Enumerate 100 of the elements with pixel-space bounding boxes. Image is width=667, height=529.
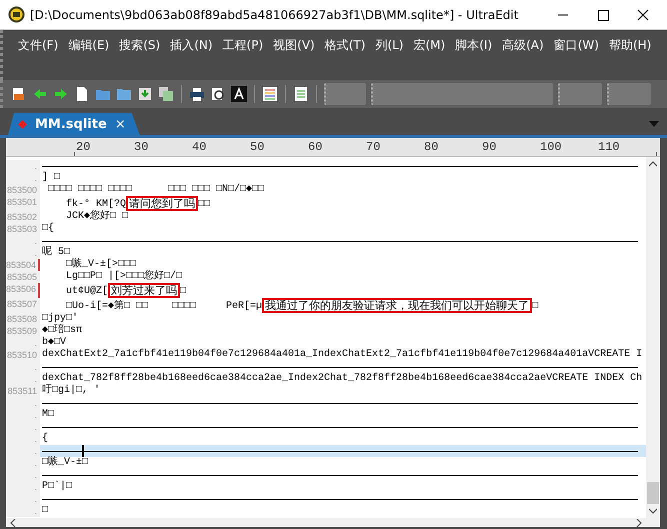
line-number: . [34,338,37,348]
line-number: 853502 [6,212,37,222]
line-number: 853500 [6,185,37,195]
code-text: ut¢U@Z[ [65,286,108,298]
list-icon[interactable] [293,86,309,102]
menu-item[interactable]: 文件(F) [13,32,64,58]
scroll-left-icon[interactable] [10,518,16,526]
code-text: □ [532,301,538,312]
line-number: . [34,362,37,372]
line-number: 853503 [6,224,37,234]
code-text: dexChat_782f8ff28be4b168eed6cae384cca2ae_Index2Chat_782f8ff28be4b168eed6cae384cca2aeVCREATE INDEX Ch [42,373,642,384]
code-text: dexChatExt2_7a1cfbf41e119b04f0e7c129684a401a_IndexChatExt2_7a1cfbf41e119b04f0e7c129684a401aVCREATE I [42,349,642,360]
code-text: M□ [42,409,54,420]
highlighted-text: 刘芳过来了吗 [108,283,180,298]
code-text: □□ [198,199,210,210]
scroll-right-icon[interactable] [636,518,642,526]
code-text: fk-° KM[?Q [65,199,126,210]
line-number: 853501 [6,197,37,207]
line-number: . [34,494,37,504]
menu-item[interactable]: 工程(P) [218,32,268,58]
line-number: 853508 [6,314,37,324]
ruler-number: 40 [192,140,250,156]
code-text: JCK◆您好□ □ [65,211,128,222]
line-number: . [34,236,37,246]
line-number: . [34,446,37,456]
code-text: □嗾_V-±□ [42,457,88,468]
line-number: 853510 [6,350,37,360]
scroll-up-icon[interactable] [649,161,657,167]
code-text: □jpy□' [42,313,78,324]
line-number: . [34,434,37,444]
window-title: [D:\Documents\9bd063ab08f89abd5a481066927ab3f1\DB\MM.sqlite*] - UltraEdit [30,8,520,22]
menu-item[interactable]: 插入(N) [165,32,218,58]
line-number: . [34,482,37,492]
ruler-number: 100 [540,140,598,156]
menu-item[interactable]: 宏(M) [408,32,450,58]
menu-item[interactable]: 窗口(W) [548,32,604,58]
line-number: . [34,374,37,384]
menu-item[interactable]: 帮助(H) [604,32,656,58]
code-text: □ [42,505,48,516]
code-text: P□`|□ [42,481,72,492]
horizontal-scrollbar[interactable] [6,518,660,527]
print-preview-icon[interactable] [210,86,226,102]
line-number: . [34,470,37,480]
ruler-number: 70 [366,140,424,156]
code-text: □ [180,286,186,298]
font-icon[interactable] [231,86,247,102]
ruler-number: 90 [482,140,540,156]
vertical-scrollbar[interactable] [646,157,660,518]
line-number: 853509 [6,326,37,336]
code-text: □Uo-i[=◆第□ □□ □□□□ PeR[=µ [65,301,262,312]
menu-item[interactable]: 列(L) [370,32,408,58]
line-number: 853504 [6,260,36,270]
menu-item[interactable]: 格式(T) [320,32,370,58]
print-icon[interactable] [189,86,205,102]
menu-item[interactable]: 高级(A) [497,32,549,58]
code-text: b◆□V [42,337,66,348]
modified-icon [18,120,27,128]
menu-item[interactable]: 编辑(E) [63,32,114,58]
highlighted-text: 请问您到了吗 [126,196,198,211]
menu-item[interactable]: 脚本(I) [450,32,498,58]
line-number: . [34,161,37,171]
code-text: 呢 5□ [42,247,70,258]
line-number: . [34,173,37,183]
code-text: { [42,433,48,444]
line-number: 853506 [6,284,36,294]
line-number: . [34,248,37,258]
scroll-down-icon[interactable] [649,508,657,514]
ruler-number: 60 [308,140,366,156]
ruler-number: 30 [134,140,192,156]
file-edit-icon[interactable] [11,86,27,102]
scroll-thumb[interactable] [647,482,659,504]
file-tab[interactable]: MM.sqlite × [8,113,140,135]
code-text: 吁□gi|□, ' [42,385,100,396]
line-number: . [34,506,37,516]
code-text: □□□□ □□□□ □□□□ □□□ □□□ □N□/□◆□□ [47,184,264,195]
folder-icon[interactable] [116,86,132,102]
menu-item[interactable]: 搜索(S) [114,32,166,58]
forward-arrow-icon[interactable] [53,86,69,102]
tab-close-button[interactable]: × [114,116,126,132]
line-number: 853507 [6,299,37,310]
text-cursor [82,445,84,458]
back-arrow-icon[interactable] [32,86,48,102]
line-number: 853511 [8,386,37,396]
copy-files-icon[interactable] [158,86,174,102]
download-icon[interactable] [137,86,153,102]
line-number: 853505 [6,272,37,282]
code-text: Lg□□P□ |[>□□□您好□/□ [65,271,182,282]
highlighted-text: 我通过了你的朋友验证请求，现在我们可以开始聊天了 [262,298,532,314]
code-text: □嗾_V-±[>□□□ [65,259,136,270]
line-number: . [34,398,37,408]
new-file-icon[interactable] [74,86,90,102]
line-number: . [34,458,37,468]
app-logo-icon [8,6,25,23]
code-text: ◆□琣□sπ [42,325,82,336]
line-number: . [34,422,37,432]
line-number: . [34,410,37,420]
code-text: □{ [42,223,54,234]
code-text: ] □ [42,172,60,183]
color-lines-icon[interactable] [262,86,278,102]
menu-item[interactable]: 视图(V) [268,32,320,58]
